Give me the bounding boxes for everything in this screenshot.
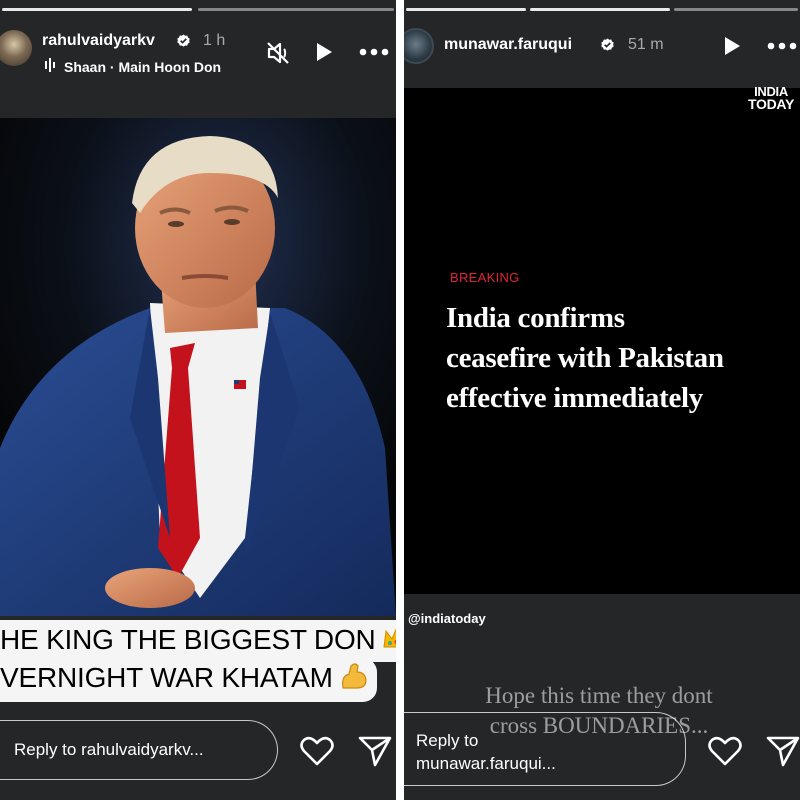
like-button[interactable] xyxy=(706,732,744,770)
more-icon xyxy=(359,48,389,56)
story-time: 51 m xyxy=(628,36,664,53)
story-progress-bar xyxy=(674,8,798,11)
story-username[interactable]: munawar.faruqui xyxy=(444,36,572,54)
overlay-line: Hope this time they dont xyxy=(485,683,713,708)
story-progress-bar xyxy=(198,8,394,11)
verified-icon xyxy=(601,38,614,51)
story-music-label[interactable]: Shaan · Main Hoon Don xyxy=(64,59,221,75)
story-photo xyxy=(0,118,396,616)
brand-line: TODAY xyxy=(748,96,794,112)
story-progress-bar xyxy=(2,8,192,11)
story-panel-left: rahulvaidyarkv 1 h Shaan · Main Hoon Don xyxy=(0,0,396,800)
headline-line: effective immediately xyxy=(446,382,703,414)
brand-logo: INDIA TODAY xyxy=(748,85,794,112)
more-options-button[interactable] xyxy=(764,32,800,60)
story-username[interactable]: rahulvaidyarkv xyxy=(42,32,155,50)
story-caption-line: HE KING THE BIGGEST DON xyxy=(0,620,396,662)
play-button[interactable] xyxy=(718,32,746,60)
mute-icon xyxy=(267,42,289,64)
play-icon xyxy=(725,37,740,55)
crown-emoji xyxy=(382,625,396,658)
breaking-label: BREAKING xyxy=(450,270,520,285)
reply-input[interactable]: Reply to rahulvaidyarkv... xyxy=(0,720,278,780)
send-icon xyxy=(766,736,800,767)
story-progress-bar xyxy=(530,8,670,11)
story-panel-right: munawar.faruqui 51 m INDIA TODAY BREAKIN… xyxy=(404,0,800,800)
heart-icon xyxy=(708,736,742,766)
heart-icon xyxy=(300,736,334,766)
source-handle[interactable]: @indiatoday xyxy=(408,611,486,626)
audio-bars-icon xyxy=(45,58,55,72)
story-caption-line: VERNIGHT WAR KHATAM xyxy=(0,658,377,702)
play-button[interactable] xyxy=(310,38,338,66)
story-progress-bar xyxy=(406,8,526,11)
play-icon xyxy=(317,43,332,61)
share-button[interactable] xyxy=(356,732,394,770)
news-headline: India confirms ceasefire with Pakistan e… xyxy=(446,298,796,418)
reply-placeholder: Reply to rahulvaidyarkv... xyxy=(14,740,204,759)
reply-placeholder-line: munawar.faruqui... xyxy=(416,754,556,773)
mute-button[interactable] xyxy=(264,38,294,68)
headline-line: India confirms xyxy=(446,302,625,334)
caption-text: HE KING THE BIGGEST DON xyxy=(0,624,376,655)
user-avatar[interactable] xyxy=(404,28,434,64)
headline-line: ceasefire with Pakistan xyxy=(446,342,724,374)
more-icon xyxy=(767,42,797,50)
share-button[interactable] xyxy=(764,732,800,770)
send-icon xyxy=(358,736,392,767)
more-options-button[interactable] xyxy=(356,38,392,66)
verified-icon xyxy=(177,34,190,47)
flexed-bicep-emoji xyxy=(339,662,369,697)
like-button[interactable] xyxy=(298,732,336,770)
story-time: 1 h xyxy=(203,32,226,49)
user-avatar[interactable] xyxy=(0,30,32,66)
caption-text: VERNIGHT WAR KHATAM xyxy=(0,662,333,693)
